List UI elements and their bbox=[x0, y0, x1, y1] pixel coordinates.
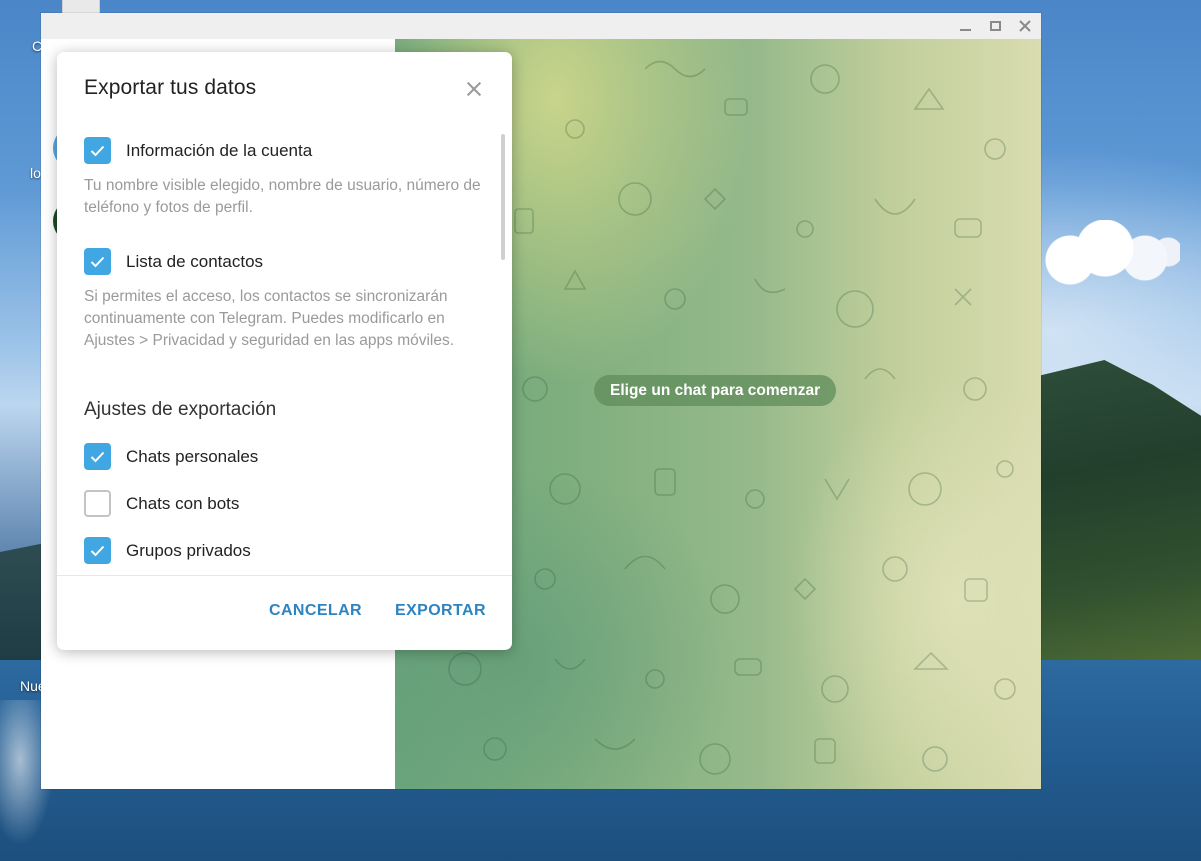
scrollbar-thumb[interactable] bbox=[501, 134, 505, 260]
checkbox-label: Grupos privados bbox=[126, 540, 251, 560]
checkbox-checked[interactable] bbox=[84, 137, 111, 164]
checkbox-checked[interactable] bbox=[84, 537, 111, 564]
export-button[interactable]: EXPORTAR bbox=[395, 602, 486, 620]
check-icon bbox=[90, 145, 105, 156]
close-window-button[interactable] bbox=[1010, 13, 1040, 39]
checkbox-label: Lista de contactos bbox=[126, 251, 264, 271]
checkbox-personal-chats[interactable]: Chats personales bbox=[84, 443, 258, 470]
close-icon bbox=[465, 80, 483, 98]
desktop-file-icon[interactable] bbox=[62, 0, 100, 14]
footer-divider bbox=[57, 575, 512, 576]
checkbox-unchecked[interactable] bbox=[84, 490, 111, 517]
minimize-button[interactable] bbox=[950, 13, 980, 39]
title-bar[interactable] bbox=[41, 13, 1041, 39]
dialog-title: Exportar tus datos bbox=[84, 76, 257, 99]
account-info-description: Tu nombre visible elegido, nombre de usu… bbox=[84, 177, 481, 216]
empty-chat-prompt: Elige un chat para comenzar bbox=[594, 375, 837, 406]
checkbox-private-groups[interactable]: Grupos privados bbox=[84, 537, 251, 564]
cancel-button[interactable]: CANCELAR bbox=[269, 602, 362, 620]
minimize-icon bbox=[959, 29, 971, 31]
check-icon bbox=[90, 256, 105, 267]
checkbox-checked[interactable] bbox=[84, 248, 111, 275]
checkbox-label: Información de la cuenta bbox=[126, 140, 313, 160]
desktop-icon-label[interactable]: lo bbox=[30, 165, 41, 181]
export-data-dialog: Exportar tus datos Información de la cue… bbox=[57, 52, 512, 650]
check-icon bbox=[90, 451, 105, 462]
checkbox-checked[interactable] bbox=[84, 443, 111, 470]
close-icon bbox=[1019, 20, 1031, 32]
check-icon bbox=[90, 545, 105, 556]
checkbox-label: Chats con bots bbox=[126, 493, 240, 513]
export-settings-heading: Ajustes de exportación bbox=[84, 399, 277, 420]
checkbox-label: Chats personales bbox=[126, 446, 259, 466]
maximize-button[interactable] bbox=[980, 13, 1010, 39]
contacts-description: Si permites el acceso, los contactos se … bbox=[84, 288, 455, 349]
cloud bbox=[1040, 220, 1180, 290]
checkbox-account-info[interactable]: Información de la cuenta bbox=[84, 137, 312, 164]
dialog-scroll-area[interactable]: Información de la cuenta Tu nombre visib… bbox=[57, 124, 512, 575]
checkbox-contacts-list[interactable]: Lista de contactos bbox=[84, 248, 263, 275]
mountain-right bbox=[1040, 360, 1201, 670]
maximize-icon bbox=[989, 21, 1001, 31]
checkbox-bot-chats[interactable]: Chats con bots bbox=[84, 490, 239, 517]
close-dialog-button[interactable] bbox=[461, 76, 487, 102]
